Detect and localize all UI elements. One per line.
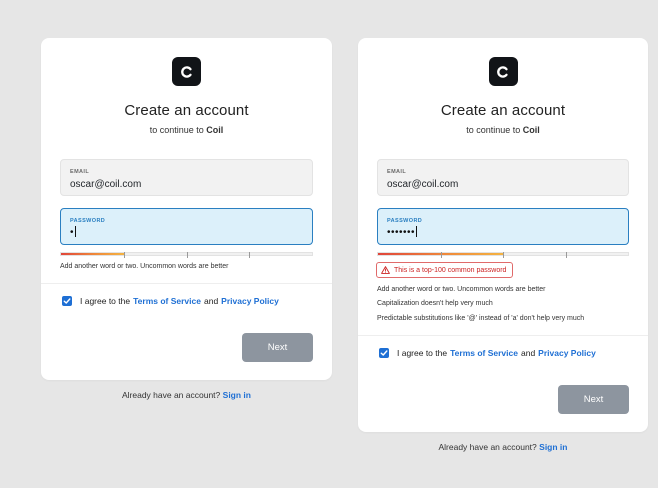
strength-tick [565,252,567,258]
agree-checkbox[interactable] [62,296,72,306]
strength-tick [186,252,188,258]
terms-of-service-link[interactable]: Terms of Service [450,348,518,358]
check-icon [63,298,71,304]
agree-checkbox[interactable] [379,348,389,358]
page-subtitle: to continue to Coil [149,125,224,135]
page-title: Create an account [124,102,249,119]
divider [41,283,332,284]
email-field[interactable]: EMAIL oscar@coil.com [60,159,313,196]
text-caret [416,226,418,237]
page-subtitle: to continue to Coil [466,125,540,135]
password-hint: Add another word or two. Uncommon words … [60,263,229,270]
strength-tick [440,252,442,258]
signup-card-right: Create an account to continue to Coil EM… [358,38,648,432]
next-button[interactable]: Next [242,333,313,362]
password-hint: Capitalization doesn't help very much [377,300,493,307]
privacy-policy-link[interactable]: Privacy Policy [538,348,596,358]
signin-prompt: Already have an account? Sign in [121,390,251,400]
email-field[interactable]: EMAIL oscar@coil.com [377,159,629,196]
divider [358,335,648,336]
page-title: Create an account [440,102,566,119]
check-icon [380,350,388,356]
terms-of-service-link[interactable]: Terms of Service [133,296,201,306]
email-value: oscar@coil.com [70,179,142,190]
email-label: EMAIL [387,169,407,175]
email-value: oscar@coil.com [387,179,459,190]
password-strength-meter [60,252,313,258]
coil-logo-icon [172,57,201,86]
password-label: PASSWORD [387,218,423,224]
password-hint: Predictable substitutions like '@' inste… [377,315,585,322]
privacy-policy-link[interactable]: Privacy Policy [221,296,279,306]
next-button[interactable]: Next [558,385,629,414]
password-field[interactable]: PASSWORD • [60,208,313,245]
strength-tick [123,252,125,258]
password-strength-meter [377,252,629,258]
password-value: • [70,226,77,238]
sign-in-link[interactable]: Sign in [539,442,567,452]
terms-agreement: I agree to the Terms of Service and Priv… [62,296,282,306]
signin-prompt: Already have an account? Sign in [438,442,568,452]
password-label: PASSWORD [70,218,106,224]
strength-fill [61,253,124,255]
strength-tick [503,252,504,258]
text-caret [75,226,77,237]
warning-triangle-icon [381,266,390,274]
password-warning: This is a top-100 common password [376,262,514,278]
password-value: ••••••• [387,226,418,238]
password-hint: Add another word or two. Uncommon words … [377,286,546,293]
signup-card-left: Create an account to continue to Coil EM… [41,38,332,380]
terms-agreement: I agree to the Terms of Service and Priv… [379,348,599,358]
password-field[interactable]: PASSWORD ••••••• [377,208,629,245]
coil-logo-icon [488,57,518,86]
strength-tick [249,252,251,258]
email-label: EMAIL [70,169,90,175]
sign-in-link[interactable]: Sign in [223,390,251,400]
